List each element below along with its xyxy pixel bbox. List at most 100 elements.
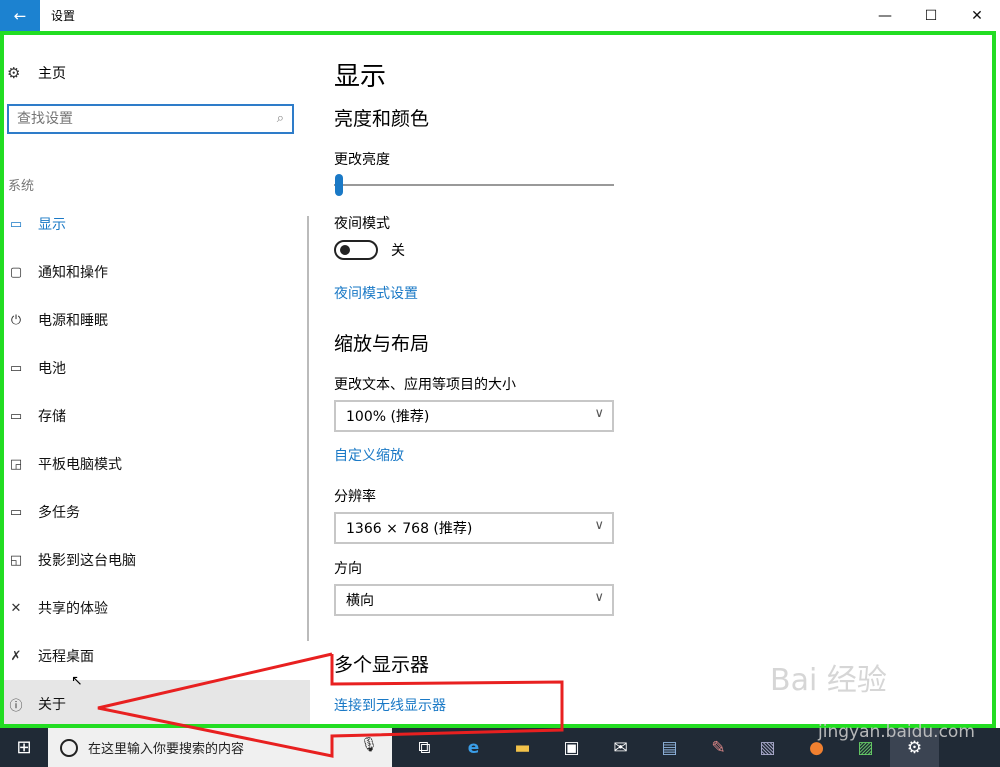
- scale-dropdown[interactable]: 100% (推荐) ∨: [334, 400, 614, 432]
- sidebar-item[interactable]: ▭ 存储: [0, 392, 310, 440]
- multi-display-section-heading: 多个显示器: [334, 654, 430, 676]
- minimize-button[interactable]: —: [862, 0, 908, 31]
- sidebar-item-label: 平板电脑模式: [38, 457, 122, 473]
- sidebar-item[interactable]: ✗ 远程桌面: [0, 632, 310, 680]
- app-1-icon[interactable]: ▤: [645, 728, 694, 767]
- mouse-cursor-icon: ↖: [71, 673, 83, 689]
- sidebar-item[interactable]: ▭ 显示: [0, 200, 310, 248]
- slider-thumb[interactable]: [335, 174, 343, 196]
- file-explorer-icon[interactable]: ▬: [498, 728, 547, 767]
- watermark-url: jingyan.baidu.com: [818, 722, 975, 742]
- window-controls: — ☐ ✕: [862, 0, 1000, 31]
- sidebar-item-label: 电源和睡眠: [38, 313, 108, 329]
- main-content: 显示 亮度和颜色 更改亮度 夜间模式 关 夜间模式设置 缩放与布局 更改文本、应…: [334, 31, 974, 728]
- window-title: 设置: [51, 9, 76, 23]
- page-title: 显示: [334, 62, 387, 92]
- sidebar-item-icon: ◲: [9, 456, 23, 472]
- minimize-icon: —: [878, 7, 892, 24]
- microphone-icon[interactable]: 🎙: [360, 737, 378, 753]
- gear-icon: ⚙: [7, 64, 21, 82]
- brightness-slider[interactable]: [334, 174, 614, 196]
- app-2-icon[interactable]: ✎: [694, 728, 743, 767]
- title-bar: ← 设置 — ☐ ✕: [0, 0, 1000, 31]
- settings-search-box: ⌕: [7, 104, 294, 134]
- store-icon[interactable]: ▣: [547, 728, 596, 767]
- maximize-button[interactable]: ☐: [908, 0, 954, 31]
- sidebar-item-icon: ▢: [9, 264, 23, 280]
- night-mode-toggle[interactable]: [334, 240, 378, 260]
- task-view-icon[interactable]: ⧉: [400, 728, 449, 767]
- slider-track: [334, 184, 614, 186]
- sidebar-item-icon: ▭: [9, 216, 23, 232]
- search-icon[interactable]: ⌕: [277, 111, 284, 126]
- sidebar-scrollbar[interactable]: [307, 216, 309, 641]
- sidebar-item-label: 显示: [38, 217, 66, 233]
- sidebar-item-icon: ▭: [9, 360, 23, 376]
- home-label: 主页: [38, 66, 66, 82]
- orientation-value: 横向: [346, 593, 374, 609]
- night-mode-label: 夜间模式: [334, 216, 390, 232]
- night-mode-state: 关: [391, 243, 405, 259]
- sidebar-item-icon: ▭: [9, 504, 23, 520]
- sidebar-item-icon: ⓘ: [9, 698, 23, 714]
- mail-icon[interactable]: ✉: [596, 728, 645, 767]
- sidebar-item[interactable]: ◲ 平板电脑模式: [0, 440, 310, 488]
- night-mode-settings-link[interactable]: 夜间模式设置: [334, 283, 418, 303]
- toggle-knob: [340, 245, 350, 255]
- brightness-section-heading: 亮度和颜色: [334, 108, 430, 130]
- custom-scale-link[interactable]: 自定义缩放: [334, 445, 404, 465]
- edge-icon[interactable]: e: [449, 728, 498, 767]
- sidebar-item-label: 远程桌面: [38, 649, 94, 665]
- sidebar-item-icon: ⏻: [10, 312, 22, 328]
- sidebar-item[interactable]: ◱ 投影到这台电脑: [0, 536, 310, 584]
- back-button[interactable]: ←: [0, 0, 40, 31]
- wireless-display-link[interactable]: 连接到无线显示器: [334, 695, 446, 715]
- app-3-icon[interactable]: ▧: [743, 728, 792, 767]
- scale-value: 100% (推荐): [346, 409, 430, 425]
- sidebar-item-label: 投影到这台电脑: [38, 553, 136, 569]
- home-link[interactable]: ⚙ 主页: [7, 63, 66, 83]
- sidebar-item-label: 关于: [38, 697, 66, 713]
- night-mode-row: 关: [334, 240, 405, 260]
- close-button[interactable]: ✕: [954, 0, 1000, 31]
- sidebar-item[interactable]: ▭ 电池: [0, 344, 310, 392]
- back-arrow-icon: ←: [13, 6, 27, 25]
- sidebar-item-label: 共享的体验: [38, 601, 108, 617]
- section-label: 系统: [8, 179, 35, 194]
- sidebar-item-icon: ◱: [9, 552, 23, 568]
- sidebar-item-icon: ▭: [9, 408, 23, 424]
- maximize-icon: ☐: [924, 7, 938, 24]
- sidebar-nav: ▭ 显示 ▢ 通知和操作 ⏻ 电源和睡眠 ▭ 电池 ▭ 存储 ◲ 平板电脑模式 ▭ 多任务 ◱ 投影到这台电脑…: [0, 200, 310, 728]
- scale-section-heading: 缩放与布局: [334, 333, 430, 355]
- baidu-watermark: Bai 经验: [770, 663, 887, 698]
- chevron-down-icon: ∨: [594, 590, 604, 605]
- orientation-dropdown[interactable]: 横向 ∨: [334, 584, 614, 616]
- orientation-label: 方向: [334, 561, 362, 577]
- close-icon: ✕: [971, 7, 983, 24]
- sidebar-item[interactable]: ✕ 共享的体验: [0, 584, 310, 632]
- sidebar-item-label: 电池: [38, 361, 66, 377]
- taskbar-search-placeholder: 在这里输入你要搜索的内容: [88, 742, 245, 757]
- windows-logo-icon: ⊞: [16, 737, 32, 758]
- resolution-dropdown[interactable]: 1366 × 768 (推荐) ∨: [334, 512, 614, 544]
- sidebar-item-label: 多任务: [38, 505, 80, 521]
- sidebar: ⚙ 主页 ⌕ 系统 ▭ 显示 ▢ 通知和操作 ⏻ 电源和睡眠 ▭ 电池 ▭ 存储 ◲ 平板电脑模式 ▭ 多…: [0, 31, 312, 728]
- sidebar-item[interactable]: ▭ 多任务: [0, 488, 310, 536]
- scale-label: 更改文本、应用等项目的大小: [334, 377, 516, 393]
- resolution-label: 分辨率: [334, 489, 376, 505]
- sidebar-item-label: 存储: [38, 409, 66, 425]
- start-button[interactable]: ⊞: [0, 728, 48, 767]
- sidebar-item-label: 通知和操作: [38, 265, 108, 281]
- sidebar-item-icon: ✕: [10, 600, 22, 616]
- sidebar-item[interactable]: ⏻ 电源和睡眠: [0, 296, 310, 344]
- resolution-value: 1366 × 768 (推荐): [346, 521, 473, 537]
- chevron-down-icon: ∨: [594, 518, 604, 533]
- chevron-down-icon: ∨: [594, 406, 604, 421]
- cortana-icon: [60, 738, 78, 757]
- sidebar-item-icon: ✗: [10, 648, 22, 664]
- taskbar-search[interactable]: 在这里输入你要搜索的内容 🎙: [48, 728, 392, 767]
- settings-search-input[interactable]: [9, 106, 259, 132]
- sidebar-item[interactable]: ▢ 通知和操作: [0, 248, 310, 296]
- sidebar-item[interactable]: ⓘ 关于: [0, 680, 310, 728]
- brightness-label: 更改亮度: [334, 152, 390, 168]
